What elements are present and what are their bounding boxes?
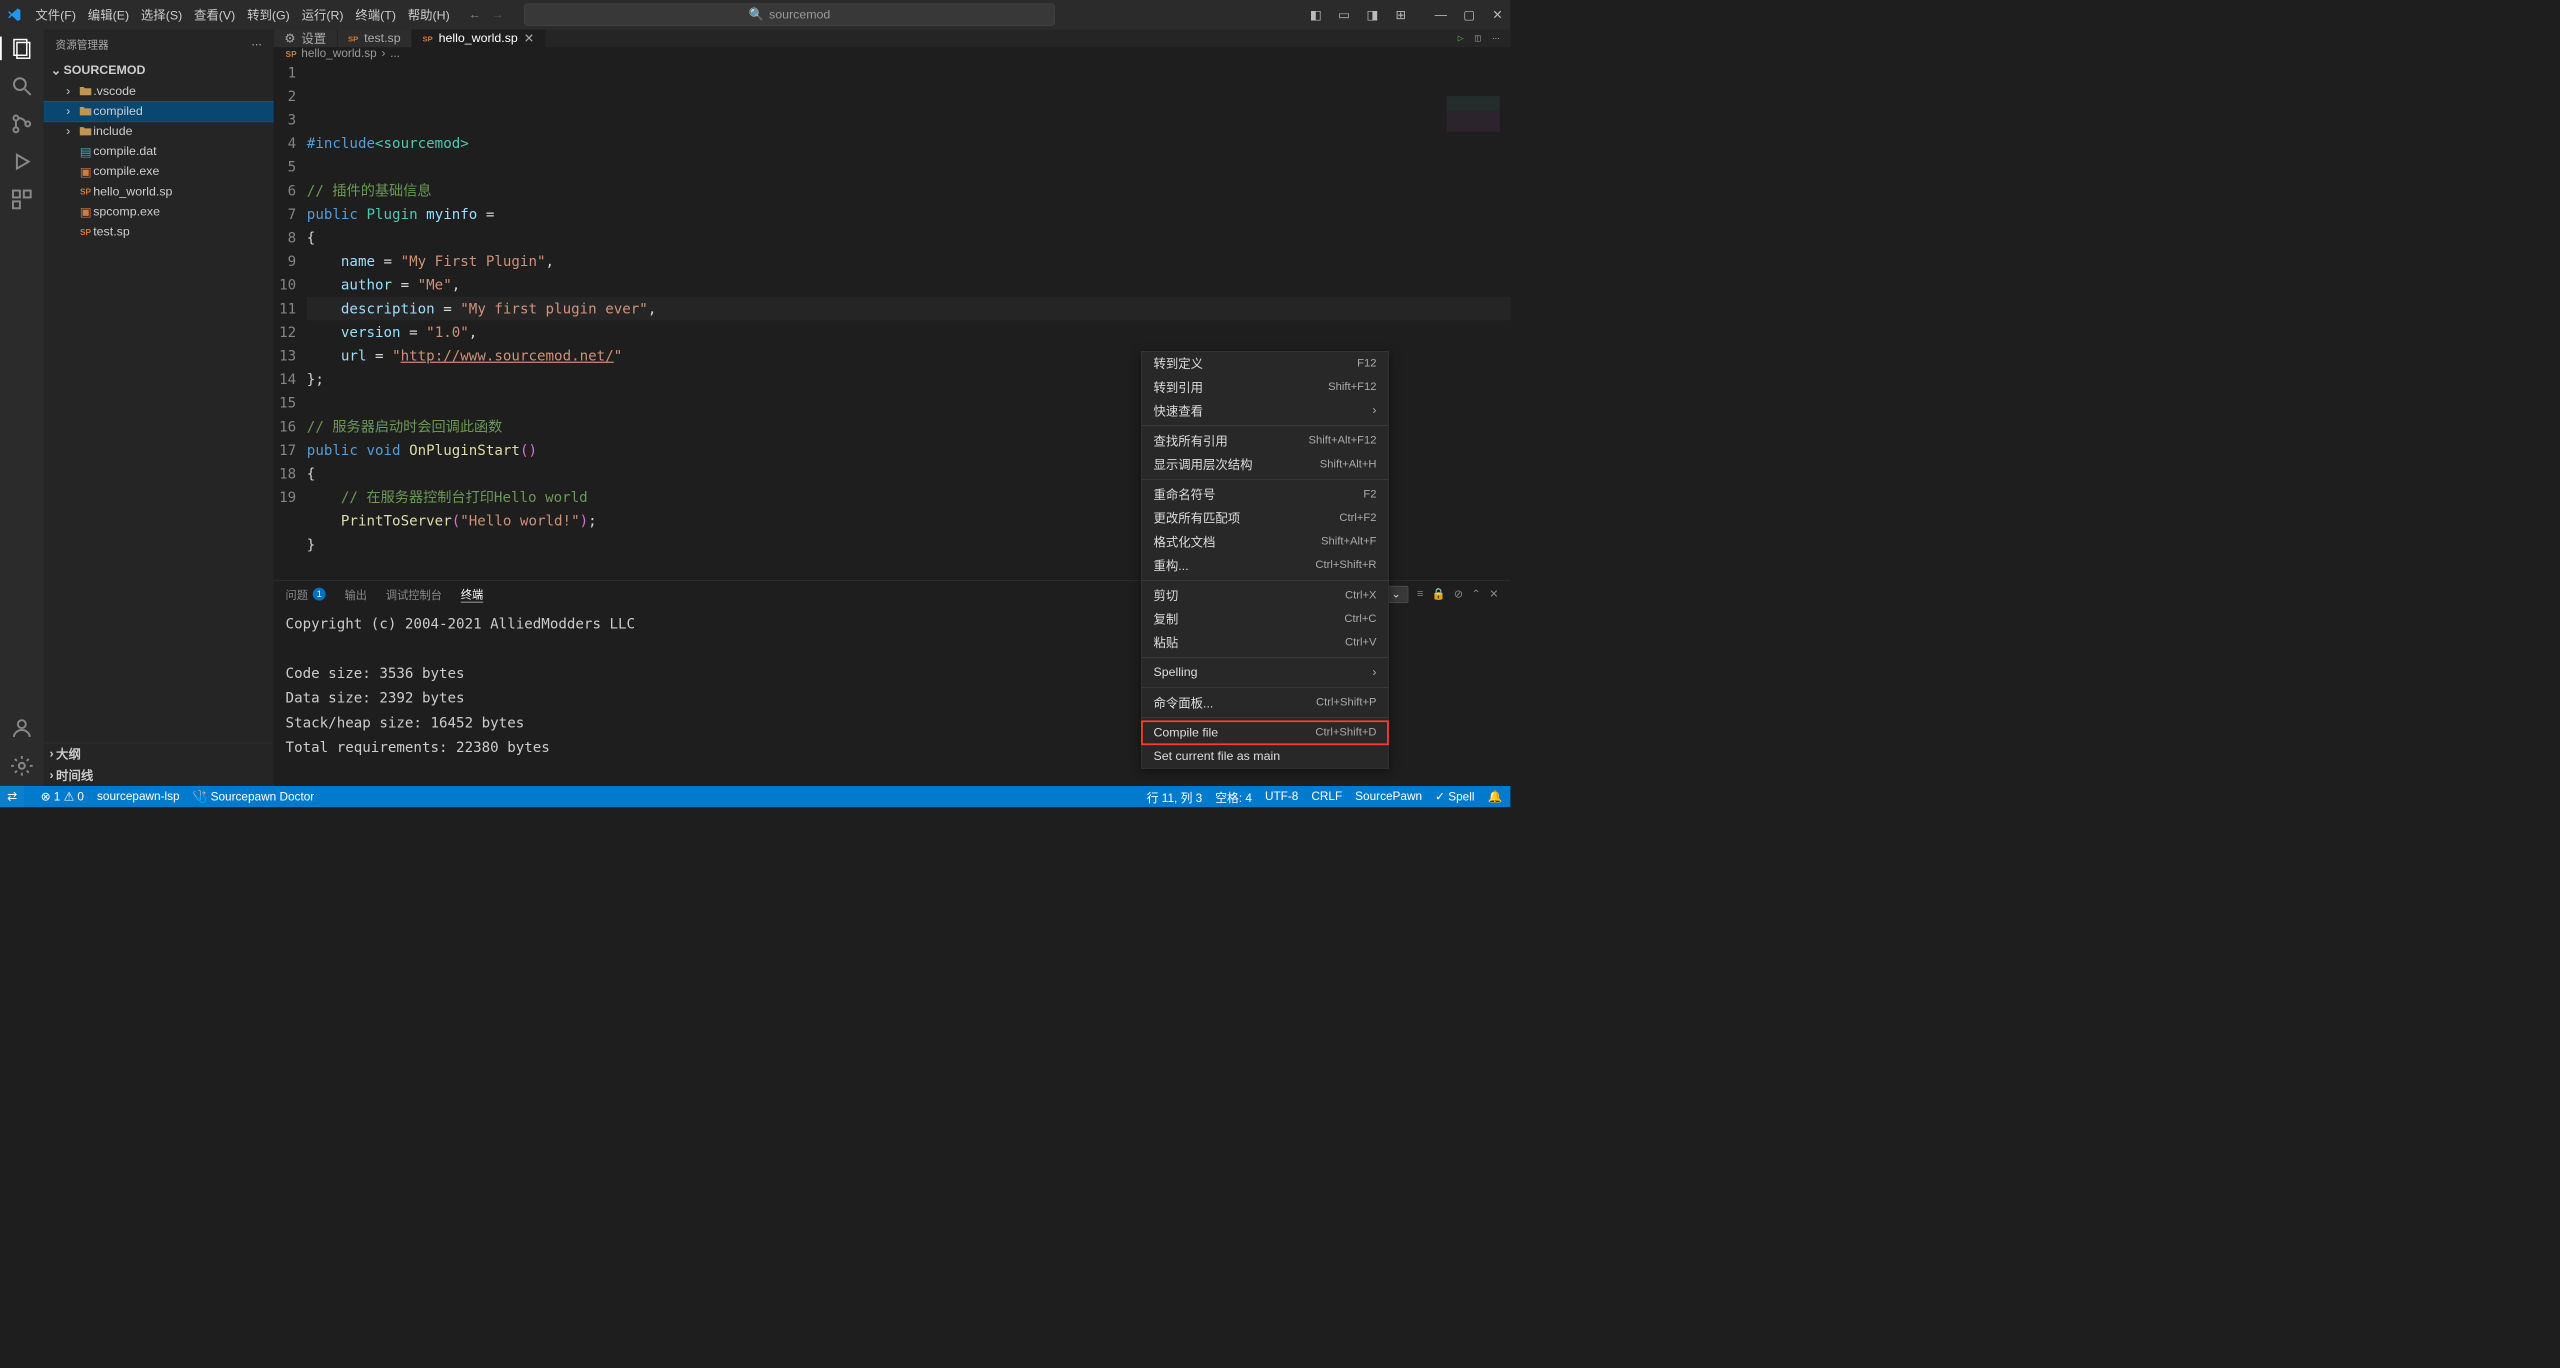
tab-close-icon[interactable]: ✕	[524, 31, 534, 46]
status-bell-icon[interactable]: 🔔	[1487, 789, 1502, 804]
sidebar: 资源管理器 ⋯ ⌄ SOURCEMOD ›.vscode›compiled›in…	[44, 29, 274, 785]
nav-back-icon[interactable]: ←	[469, 8, 481, 22]
panel-tab-调试控制台[interactable]: 调试控制台	[386, 586, 442, 602]
layout-customize-icon[interactable]: ⊞	[1394, 8, 1408, 22]
activity-source-control-icon[interactable]	[10, 112, 34, 136]
remote-indicator[interactable]: ⇄	[0, 786, 24, 807]
sidebar-timeline[interactable]: ›时间线	[44, 765, 274, 786]
ctx-重命名符号[interactable]: 重命名符号F2	[1142, 483, 1389, 507]
status-spell[interactable]: ✓ Spell	[1435, 789, 1474, 804]
activity-extensions-icon[interactable]	[10, 188, 34, 212]
sidebar-title: 资源管理器	[55, 37, 108, 52]
status-problems[interactable]: ⊗ 1 ⚠ 0	[41, 789, 84, 804]
chevron-down-icon: ⌄	[1392, 587, 1401, 601]
window-minimize-icon[interactable]: —	[1434, 8, 1448, 22]
ctx-显示调用层次结构[interactable]: 显示调用层次结构Shift+Alt+H	[1142, 453, 1389, 477]
tree-compile.dat[interactable]: ▤compile.dat	[44, 142, 274, 162]
tree-.vscode[interactable]: ›.vscode	[44, 81, 274, 101]
split-editor-icon[interactable]: ◫	[1474, 34, 1481, 43]
panel-tab-终端[interactable]: 终端	[461, 586, 483, 603]
search-text: sourcemod	[769, 8, 830, 22]
ctx-粘贴[interactable]: 粘贴Ctrl+V	[1142, 631, 1389, 655]
editor-tabs: ⚙设置SPtest.spSPhello_world.sp✕ ▷ ◫ ⋯	[274, 29, 1511, 47]
panel-tab-输出[interactable]: 输出	[345, 586, 367, 602]
activity-run-debug-icon[interactable]	[10, 150, 34, 174]
panel-lock-icon[interactable]: 🔒	[1432, 587, 1446, 601]
menu-编辑(E)[interactable]: 编辑(E)	[82, 4, 135, 25]
menu-转到(G)[interactable]: 转到(G)	[241, 4, 295, 25]
tree-spcomp.exe[interactable]: ▣spcomp.exe	[44, 202, 274, 222]
search-icon: 🔍	[749, 8, 764, 22]
tree-include[interactable]: ›include	[44, 122, 274, 142]
layout-panel-icon[interactable]: ▭	[1337, 8, 1351, 22]
titlebar: 文件(F)编辑(E)选择(S)查看(V)转到(G)运行(R)终端(T)帮助(H)…	[0, 0, 1510, 29]
ctx-转到引用[interactable]: 转到引用Shift+F12	[1142, 375, 1389, 399]
layout-sidebar-left-icon[interactable]: ◧	[1309, 8, 1323, 22]
ctx-命令面板...[interactable]: 命令面板...Ctrl+Shift+P	[1142, 691, 1389, 715]
status-cursor[interactable]: 行 11, 列 3	[1147, 788, 1203, 805]
tree-test.sp[interactable]: SPtest.sp	[44, 222, 274, 242]
ctx-剪切[interactable]: 剪切Ctrl+X	[1142, 584, 1389, 608]
menu-选择(S)[interactable]: 选择(S)	[135, 4, 188, 25]
ctx-复制[interactable]: 复制Ctrl+C	[1142, 607, 1389, 631]
menu-查看(V)[interactable]: 查看(V)	[188, 4, 241, 25]
menu-终端(T)[interactable]: 终端(T)	[349, 4, 401, 25]
layout-sidebar-right-icon[interactable]: ◨	[1365, 8, 1379, 22]
ctx-查找所有引用[interactable]: 查找所有引用Shift+Alt+F12	[1142, 429, 1389, 453]
ctx-Spelling[interactable]: Spelling›	[1142, 661, 1389, 685]
file-tree: ›.vscode›compiled›include▤compile.dat▣co…	[44, 81, 274, 742]
statusbar: ⇄ ⊗ 1 ⚠ 0 sourcepawn-lsp 🩺 Sourcepawn Do…	[0, 786, 1510, 807]
menu-帮助(H)[interactable]: 帮助(H)	[402, 4, 456, 25]
ctx-Set current file as main[interactable]: Set current file as main	[1142, 745, 1389, 769]
ctx-更改所有匹配项[interactable]: 更改所有匹配项Ctrl+F2	[1142, 506, 1389, 530]
status-doctor[interactable]: 🩺 Sourcepawn Doctor	[193, 789, 315, 804]
context-menu: 转到定义F12转到引用Shift+F12快速查看› 查找所有引用Shift+Alt…	[1141, 351, 1389, 769]
tree-hello_world.sp[interactable]: SPhello_world.sp	[44, 182, 274, 202]
nav-forward-icon[interactable]: →	[492, 8, 504, 22]
ctx-Compile file[interactable]: Compile fileCtrl+Shift+D	[1142, 721, 1389, 745]
panel-maximize-icon[interactable]: ⌃	[1472, 587, 1481, 601]
vscode-logo-icon	[6, 6, 23, 23]
menu-文件(F)[interactable]: 文件(F)	[29, 4, 81, 25]
activity-explorer-icon[interactable]	[10, 37, 34, 61]
ctx-转到定义[interactable]: 转到定义F12	[1142, 352, 1389, 376]
status-language[interactable]: SourcePawn	[1355, 790, 1422, 804]
tab-hello_world.sp[interactable]: SPhello_world.sp✕	[412, 29, 545, 47]
activity-account-icon[interactable]	[10, 716, 34, 740]
status-encoding[interactable]: UTF-8	[1265, 790, 1298, 804]
status-indent[interactable]: 空格: 4	[1215, 788, 1252, 805]
ctx-重构...[interactable]: 重构...Ctrl+Shift+R	[1142, 553, 1389, 577]
activity-search-icon[interactable]	[10, 74, 34, 98]
panel-filter-icon[interactable]: ≡	[1417, 588, 1424, 601]
tree-compile.exe[interactable]: ▣compile.exe	[44, 162, 274, 182]
menu-运行(R)[interactable]: 运行(R)	[296, 4, 350, 25]
tree-compiled[interactable]: ›compiled	[44, 101, 274, 121]
ctx-格式化文档[interactable]: 格式化文档Shift+Alt+F	[1142, 530, 1389, 554]
ctx-快速查看[interactable]: 快速查看›	[1142, 399, 1389, 423]
command-center[interactable]: 🔍 sourcemod	[524, 4, 1055, 26]
status-eol[interactable]: CRLF	[1311, 790, 1342, 804]
minimap[interactable]	[1447, 96, 1500, 131]
run-icon[interactable]: ▷	[1458, 34, 1464, 43]
sidebar-outline[interactable]: ›大纲	[44, 743, 274, 764]
project-header[interactable]: ⌄ SOURCEMOD	[44, 59, 274, 81]
editor-more-icon[interactable]: ⋯	[1492, 34, 1500, 43]
editor: ⚙设置SPtest.spSPhello_world.sp✕ ▷ ◫ ⋯ SP h…	[274, 29, 1511, 785]
status-lsp[interactable]: sourcepawn-lsp	[97, 790, 180, 804]
tab-test.sp[interactable]: SPtest.sp	[337, 29, 411, 47]
tab-设置[interactable]: ⚙设置	[274, 29, 338, 47]
breadcrumb[interactable]: SP hello_world.sp › ...	[274, 47, 1511, 61]
window-close-icon[interactable]: ✕	[1490, 8, 1504, 22]
activity-bar	[0, 29, 44, 785]
window-maximize-icon[interactable]: ▢	[1462, 8, 1476, 22]
panel-close-icon[interactable]: ✕	[1489, 587, 1498, 601]
activity-settings-icon[interactable]	[10, 754, 34, 778]
panel-tab-问题[interactable]: 问题1	[286, 586, 326, 602]
sidebar-more-icon[interactable]: ⋯	[251, 38, 262, 50]
panel-clear-icon[interactable]: ⊘	[1454, 587, 1463, 601]
